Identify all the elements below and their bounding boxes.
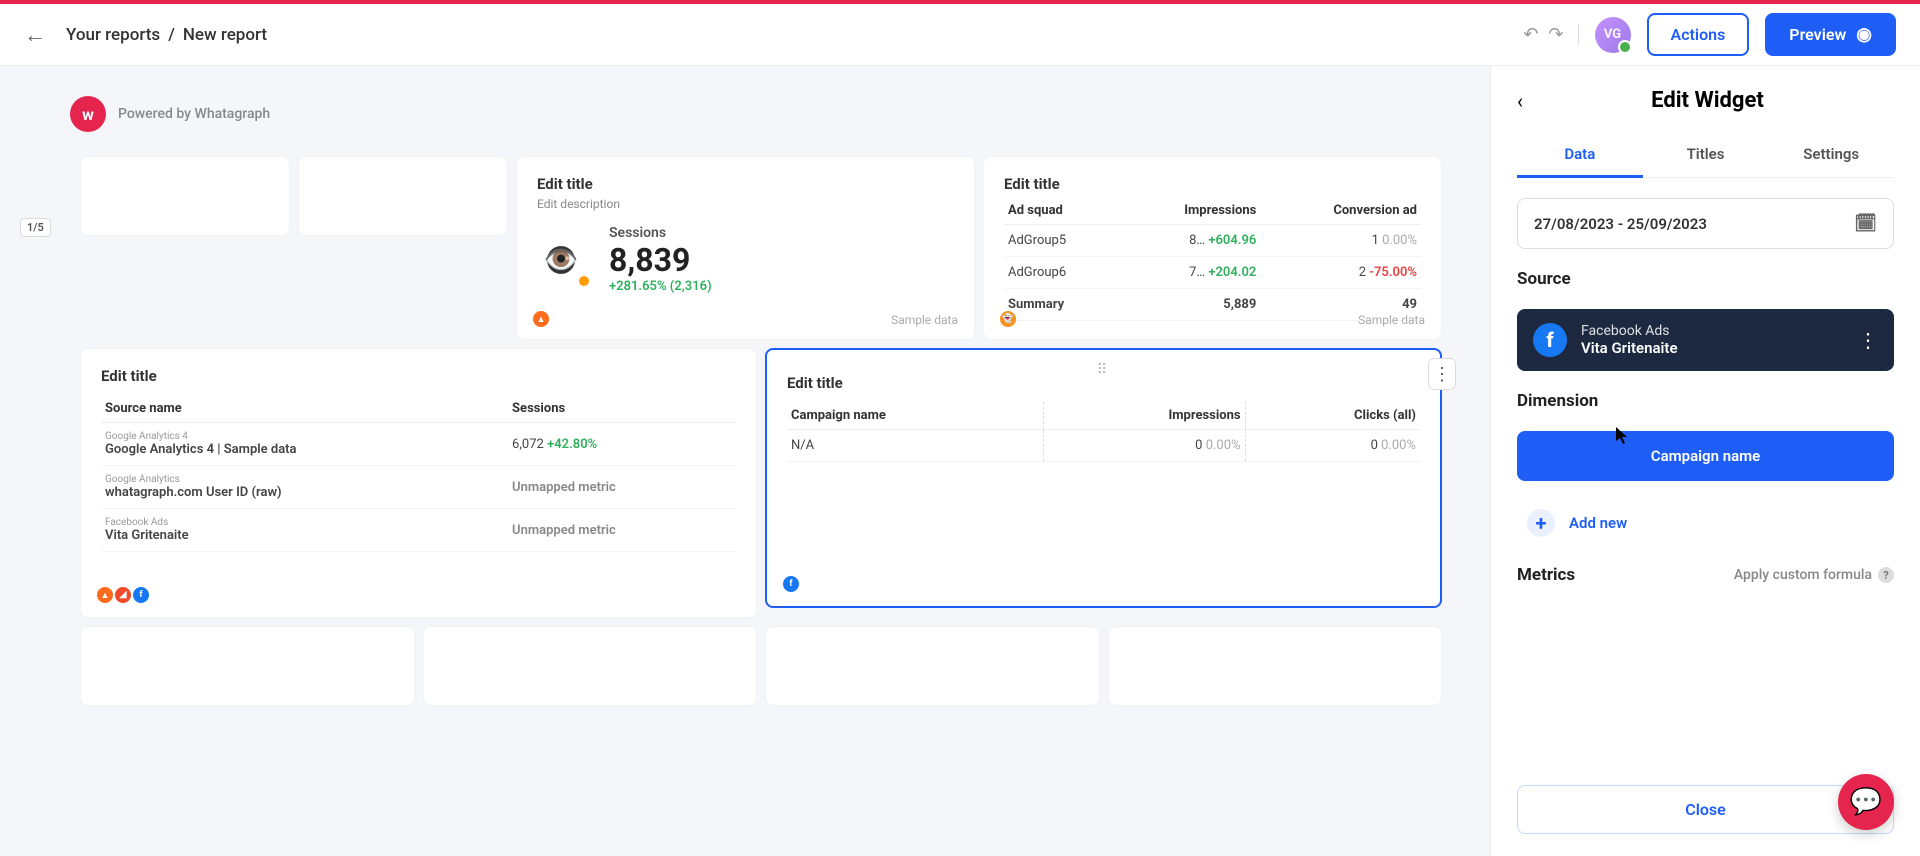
table-row: Google Analytics 4Google Analytics 4 | S… — [101, 423, 736, 466]
source-section-label: Source — [1517, 269, 1894, 289]
undo-icon[interactable]: ↶ — [1523, 24, 1538, 45]
sample-data-label: Sample data — [1358, 313, 1425, 327]
add-new-label: Add new — [1569, 514, 1627, 532]
table-row: N/A 0 0.00% 0 0.00% — [787, 430, 1420, 462]
dimension-select[interactable]: Campaign name — [1517, 431, 1894, 481]
campaign-table-widget[interactable]: ⠿ Edit title Campaign name Impressions C… — [765, 348, 1442, 608]
brand-text: Powered by Whatagraph — [118, 106, 270, 122]
col-header: Source name — [101, 395, 508, 423]
widget-title[interactable]: Edit title — [1004, 175, 1421, 193]
preview-button[interactable]: Preview ◉ — [1765, 13, 1896, 56]
chevron-left-icon[interactable]: ‹ — [1517, 89, 1523, 113]
drag-handle-icon[interactable]: ⠿ — [1097, 362, 1110, 378]
preview-eye-icon: ◉ — [1856, 24, 1872, 45]
close-button[interactable]: Close — [1517, 785, 1894, 834]
col-header: Sessions — [508, 395, 736, 423]
whatagraph-logo-icon: w — [70, 96, 106, 132]
empty-widget-slot[interactable] — [80, 626, 415, 706]
apply-formula-link[interactable]: Apply custom formula ? — [1734, 567, 1894, 583]
add-dimension-button[interactable]: + Add new — [1517, 501, 1894, 545]
empty-widget-slot[interactable] — [298, 156, 508, 236]
ga-source-icon: ◢ — [115, 587, 131, 603]
source-kebab-icon[interactable]: ⋮ — [1858, 328, 1878, 352]
source-name: Facebook Ads — [1581, 323, 1844, 339]
tab-settings[interactable]: Settings — [1768, 133, 1894, 177]
widget-kebab-menu[interactable]: ⋮ — [1428, 358, 1456, 390]
canvas-brand: w Powered by Whatagraph — [70, 96, 1470, 132]
user-avatar[interactable]: VG — [1595, 17, 1631, 53]
page-indicator: 1/5 — [20, 218, 51, 237]
col-header: Campaign name — [787, 402, 1044, 430]
app-header: ← Your reports / New report ↶ ↷ VG Actio… — [0, 4, 1920, 66]
sidebar-tabs: Data Titles Settings — [1517, 133, 1894, 178]
empty-widget-slot[interactable] — [423, 626, 758, 706]
adgroup-table-widget[interactable]: Edit title Ad squad Impressions Conversi… — [983, 156, 1442, 340]
breadcrumb-current: New report — [183, 25, 267, 45]
source-card[interactable]: f Facebook Ads Vita Gritenaite ⋮ — [1517, 309, 1894, 371]
empty-widget-slot[interactable] — [80, 156, 290, 236]
sidebar-title: Edit Widget — [1541, 88, 1874, 113]
redo-icon[interactable]: ↷ — [1548, 24, 1563, 45]
widget-title[interactable]: Edit title — [537, 175, 954, 193]
facebook-source-icon: f — [783, 576, 799, 592]
empty-widget-slot[interactable] — [1108, 626, 1443, 706]
date-range-text: 27/08/2023 - 25/09/2023 — [1534, 215, 1707, 233]
chat-fab-icon[interactable]: 💬 — [1838, 774, 1894, 830]
col-header: Clicks (all) — [1245, 402, 1420, 430]
widget-title[interactable]: Edit title — [101, 367, 736, 385]
plus-icon: + — [1527, 509, 1555, 537]
col-header: Conversion ad — [1260, 197, 1421, 225]
breadcrumb-root[interactable]: Your reports — [66, 25, 160, 45]
sources-widget[interactable]: Edit title Source name Sessions Google A… — [80, 348, 757, 618]
back-arrow-icon[interactable]: ← — [24, 22, 46, 48]
sessions-eye-icon — [537, 236, 585, 284]
calendar-icon: 🗓 — [1854, 213, 1877, 234]
table-row: Facebook AdsVita Gritenaite Unmapped met… — [101, 509, 736, 552]
ga4-source-icon: ▲ — [97, 587, 113, 603]
preview-label: Preview — [1789, 25, 1846, 44]
metric-value: 8,839 — [609, 241, 712, 279]
col-header: Impressions — [1044, 402, 1245, 430]
snapchat-source-icon: 👻 — [1000, 311, 1016, 327]
source-account: Vita Gritenaite — [1581, 339, 1844, 357]
tab-titles[interactable]: Titles — [1643, 133, 1769, 177]
dimension-section-label: Dimension — [1517, 391, 1894, 411]
breadcrumb[interactable]: Your reports / New report — [66, 25, 267, 45]
metrics-section-label: Metrics — [1517, 565, 1575, 585]
metric-change: +281.65% (2,316) — [609, 279, 712, 294]
actions-button[interactable]: Actions — [1647, 13, 1750, 56]
empty-widget-slot[interactable] — [765, 626, 1100, 706]
breadcrumb-sep: / — [168, 25, 175, 45]
table-row: AdGroup6 7… +204.02 2 -75.00% — [1004, 257, 1421, 289]
sessions-widget[interactable]: Edit title Edit description Sessions 8,8… — [516, 156, 975, 340]
date-range-picker[interactable]: 27/08/2023 - 25/09/2023 🗓 — [1517, 198, 1894, 249]
report-canvas[interactable]: w Powered by Whatagraph 1/5 Edit title E… — [0, 66, 1490, 856]
tab-data[interactable]: Data — [1517, 133, 1643, 178]
sample-data-label: Sample data — [891, 313, 958, 327]
col-header: Ad squad — [1004, 197, 1120, 225]
table-row: AdGroup5 8… +604.96 1 0.00% — [1004, 225, 1421, 257]
col-header: Impressions — [1120, 197, 1260, 225]
edit-widget-panel: ‹ Edit Widget Data Titles Settings 27/08… — [1490, 66, 1920, 856]
widget-desc[interactable]: Edit description — [537, 197, 954, 211]
table-row: Google Analyticswhatagraph.com User ID (… — [101, 466, 736, 509]
facebook-icon: f — [1533, 323, 1567, 357]
help-icon[interactable]: ? — [1878, 567, 1894, 583]
facebook-source-icon: f — [133, 587, 149, 603]
metric-label: Sessions — [609, 225, 712, 241]
ga4-source-icon: ▲ — [533, 311, 549, 327]
